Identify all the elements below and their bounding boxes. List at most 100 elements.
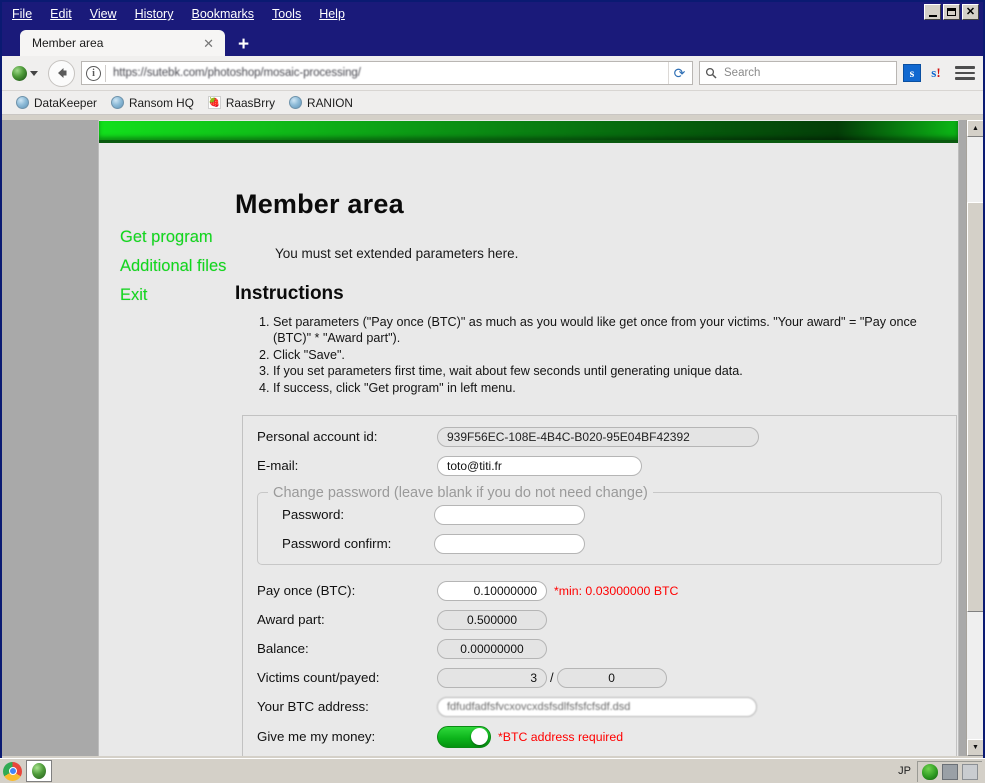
- maximize-button[interactable]: [943, 4, 960, 20]
- row-victims: Victims count/payed: /: [257, 667, 942, 688]
- pay-once-field[interactable]: [437, 580, 547, 601]
- search-bar[interactable]: [699, 61, 897, 85]
- row-balance: Balance:: [257, 638, 942, 659]
- award-part-field[interactable]: [437, 609, 547, 630]
- bookmarks-bar: DataKeeper Ransom HQ 🍓 RaasBrry RANION: [2, 91, 983, 115]
- reload-button[interactable]: ⟳: [668, 62, 690, 84]
- menu-link-exit[interactable]: Exit: [120, 281, 235, 310]
- url-divider: [105, 64, 106, 82]
- bookmark-raasbrry[interactable]: 🍓 RaasBrry: [207, 96, 275, 110]
- shield-s-icon[interactable]: s: [903, 64, 921, 82]
- bookmark-label: DataKeeper: [34, 95, 97, 110]
- menu-link-get-program[interactable]: Get program: [120, 223, 235, 252]
- password-confirm-label: Password confirm:: [282, 536, 392, 552]
- balance-field[interactable]: [437, 638, 547, 659]
- menu-help[interactable]: Help: [319, 7, 345, 21]
- taskbar: JP: [0, 758, 985, 783]
- scrollbar-track[interactable]: [967, 137, 983, 739]
- printer-tray-icon[interactable]: [962, 763, 978, 780]
- browser-window: File Edit View History Bookmarks Tools H…: [0, 0, 985, 758]
- scrollbar-thumb[interactable]: [967, 202, 983, 612]
- back-button[interactable]: [48, 59, 75, 87]
- victims-count-field[interactable]: [437, 667, 547, 688]
- noscript-s-icon[interactable]: s!: [927, 64, 945, 82]
- page-banner: [99, 121, 958, 140]
- password-field[interactable]: [434, 504, 585, 525]
- hamburger-line-2: [955, 71, 975, 75]
- victims-separator: /: [550, 670, 554, 686]
- password-label: Password:: [282, 507, 345, 523]
- main-column: Member area You must set extended parame…: [235, 189, 973, 756]
- menu-bar: File Edit View History Bookmarks Tools H…: [2, 7, 345, 21]
- balance-label: Balance:: [257, 641, 309, 657]
- menu-bookmarks[interactable]: Bookmarks: [191, 7, 254, 21]
- email-field[interactable]: [437, 455, 642, 476]
- row-email: E-mail:: [257, 455, 942, 476]
- give-money-toggle[interactable]: [437, 725, 491, 748]
- url-text: https://sutebk.com/photoshop/mosaic-proc…: [113, 67, 361, 79]
- victims-label: Victims count/payed:: [257, 670, 380, 686]
- chrome-icon[interactable]: [3, 761, 22, 781]
- torbutton-menu[interactable]: [10, 65, 40, 81]
- menu-tools[interactable]: Tools: [272, 7, 301, 21]
- email-label: E-mail:: [257, 458, 299, 474]
- minimize-button[interactable]: [924, 4, 941, 20]
- globe-icon: [289, 96, 303, 109]
- menu-history[interactable]: History: [135, 7, 174, 21]
- globe-icon: [16, 96, 29, 109]
- chevron-down-icon: [30, 70, 38, 76]
- row-give-money: Give me my money: *BTC address required: [257, 725, 942, 748]
- tab-close-icon[interactable]: ✕: [200, 37, 217, 50]
- victims-payed-field[interactable]: [556, 667, 667, 688]
- give-money-label: Give me my money:: [257, 729, 376, 745]
- bookmark-label: RANION: [307, 95, 353, 110]
- tab-strip: Member area ✕ +: [2, 26, 983, 56]
- menu-tools-label: Tools: [272, 7, 302, 21]
- url-bar[interactable]: i https://sutebk.com/photoshop/mosaic-pr…: [81, 61, 693, 85]
- bookmark-ransom-hq[interactable]: Ransom HQ: [110, 96, 194, 110]
- parameters-form: Personal account id: E-mail: Change pass…: [242, 414, 957, 756]
- chrome-center: [8, 767, 17, 775]
- instructions-heading: Instructions: [235, 283, 344, 304]
- bookmark-datakeeper[interactable]: DataKeeper: [16, 96, 97, 110]
- menu-edit[interactable]: Edit: [50, 7, 72, 21]
- globe-icon: [110, 96, 124, 109]
- minimize-icon: [928, 15, 937, 17]
- browser-menu-button[interactable]: [955, 64, 975, 82]
- account-id-field[interactable]: [437, 426, 759, 447]
- btc-address-field[interactable]: [437, 696, 757, 717]
- new-tab-button[interactable]: +: [238, 35, 249, 54]
- tab-member-area[interactable]: Member area ✕: [20, 30, 225, 56]
- scroll-up-icon: ▲: [972, 125, 979, 132]
- window-controls: ✕: [924, 4, 979, 20]
- taskbar-task-tor-browser[interactable]: [26, 760, 52, 782]
- menu-history-label: History: [134, 7, 174, 21]
- menu-view[interactable]: View: [90, 7, 117, 21]
- raspberry-icon: 🍓: [207, 96, 221, 109]
- pay-once-note: *min: 0.03000000 BTC: [554, 583, 679, 598]
- monitor-tray-icon[interactable]: [942, 763, 958, 780]
- row-password-confirm: Password confirm:: [268, 533, 931, 554]
- menu-bookmarks-label: Bookmarks: [191, 7, 255, 21]
- navigation-toolbar: i https://sutebk.com/photoshop/mosaic-pr…: [2, 56, 983, 91]
- close-icon: ✕: [965, 5, 976, 18]
- search-input[interactable]: [722, 66, 891, 80]
- bookmark-ranion[interactable]: RANION: [289, 96, 353, 110]
- search-icon: [705, 67, 717, 79]
- password-confirm-field[interactable]: [434, 533, 585, 554]
- scroll-down-button[interactable]: ▼: [967, 739, 983, 756]
- menu-edit-label: Edit: [50, 7, 72, 21]
- instruction-item: If you set parameters first time, wait a…: [273, 364, 957, 380]
- btc-address-label: Your BTC address:: [257, 699, 369, 715]
- site-info-icon[interactable]: i: [86, 65, 101, 81]
- tab-title: Member area: [32, 36, 104, 50]
- menu-file[interactable]: File: [12, 7, 32, 21]
- menu-link-additional-files[interactable]: Additional files: [120, 252, 235, 281]
- tor-tray-icon[interactable]: [922, 763, 938, 780]
- close-button[interactable]: ✕: [962, 4, 979, 20]
- language-indicator[interactable]: JP: [898, 765, 911, 777]
- scroll-down-icon: ▼: [972, 744, 979, 751]
- page-viewport: Get program Additional files Exit Member…: [2, 120, 983, 756]
- page-scrollbar[interactable]: ▲ ▼: [966, 120, 983, 756]
- scroll-up-button[interactable]: ▲: [967, 120, 983, 137]
